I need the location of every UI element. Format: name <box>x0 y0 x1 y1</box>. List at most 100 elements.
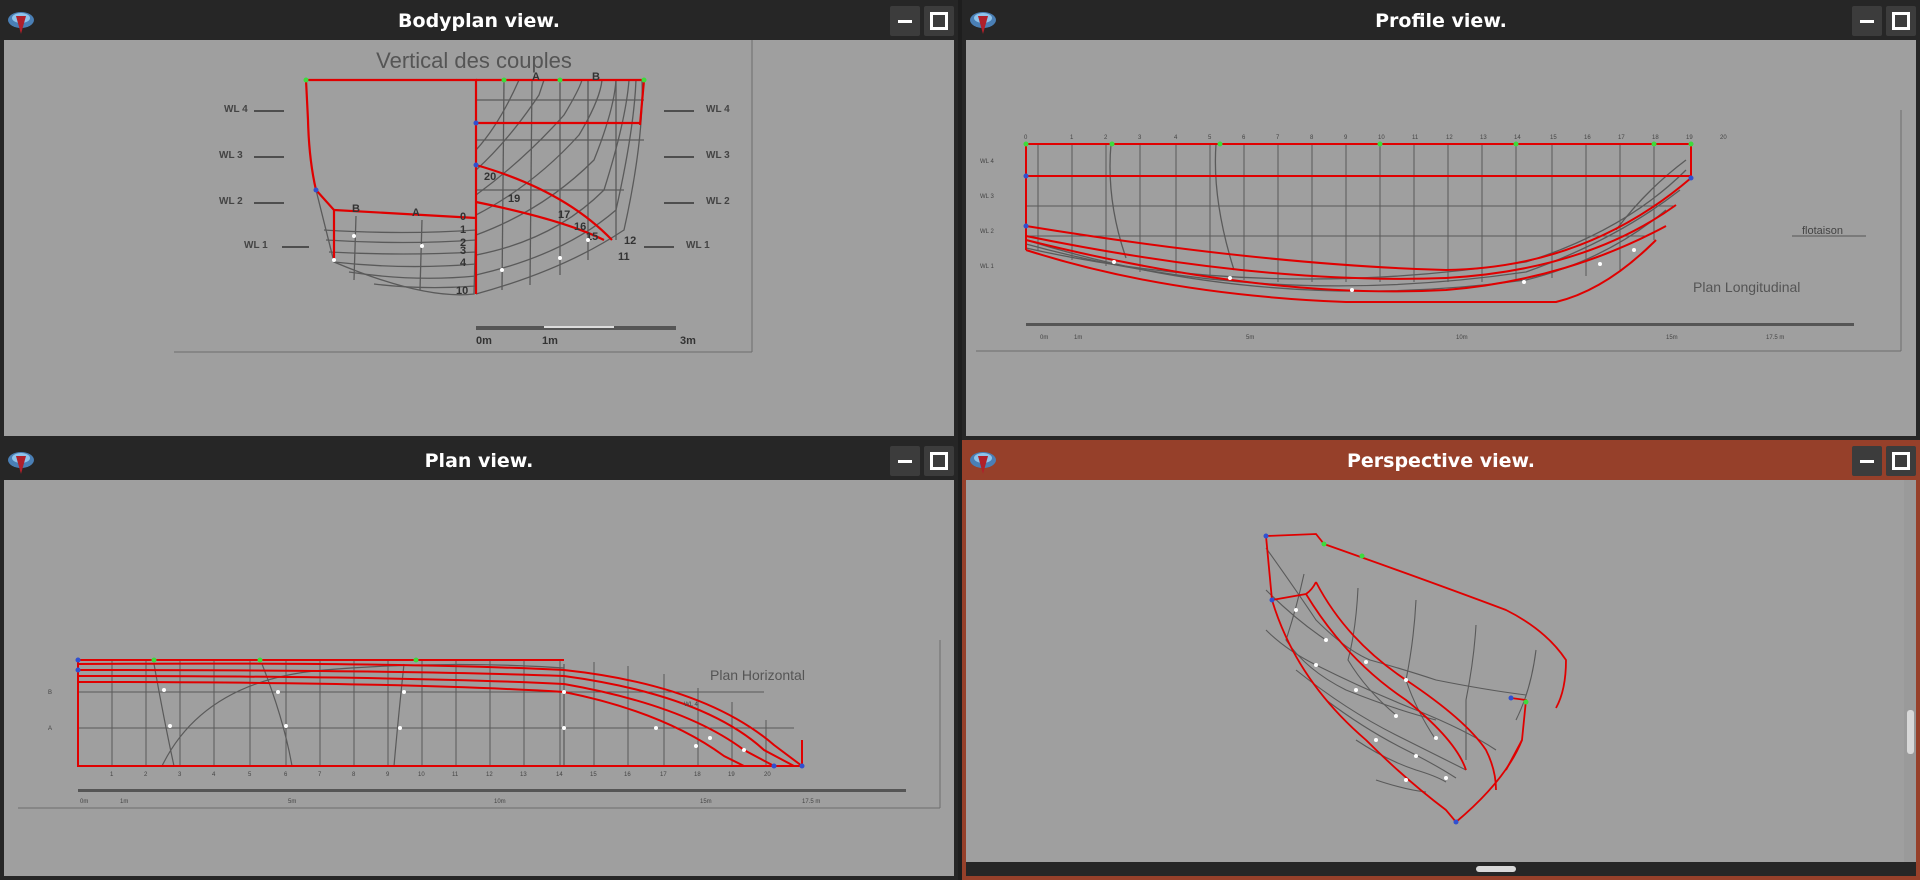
mid-letter: A <box>412 207 420 219</box>
station-label: 4 <box>460 257 467 269</box>
scale-label: 17.5 m <box>802 799 820 805</box>
station-label: 14 <box>1514 135 1521 141</box>
station-label: 17 <box>558 209 570 221</box>
scale-label: 0m <box>80 799 88 805</box>
minimize-button[interactable] <box>890 446 920 476</box>
station-label: 0 <box>1024 135 1028 141</box>
wl-label-right: WL 1 <box>686 240 710 251</box>
station-label: 2 <box>144 772 148 778</box>
station-label: 19 <box>1686 135 1693 141</box>
station-label: 5 <box>248 772 252 778</box>
station-label: 18 <box>1652 135 1659 141</box>
station-label: 20 <box>764 772 771 778</box>
maximize-button[interactable] <box>1886 446 1916 476</box>
scale-label: 1m <box>120 799 128 805</box>
profile-titlebar[interactable]: Profile view. <box>962 0 1920 40</box>
station-label: 15 <box>1550 135 1557 141</box>
plan-drawing: Plan Horizontal B A WL 4 1 2 3 4 5 6 7 8… <box>18 640 941 809</box>
station-label: 19 <box>508 193 520 205</box>
maximize-button[interactable] <box>1886 6 1916 36</box>
wl-label-left: WL 3 <box>219 150 243 161</box>
bodyplan-titlebar[interactable]: Bodyplan view. <box>0 0 958 40</box>
vertical-scrollbar[interactable] <box>1904 480 1916 864</box>
station-label: 0 <box>460 211 466 223</box>
vertical-scroll-thumb[interactable] <box>1907 710 1914 754</box>
station-label: 1 <box>460 224 466 236</box>
scale-label: 15m <box>1666 335 1678 341</box>
profile-panel: Profile view. 0 1 2 3 4 5 6 7 8 9 10 11 … <box>962 0 1920 440</box>
perspective-title: Perspective view. <box>1346 450 1536 472</box>
side-letter: B <box>48 690 52 696</box>
maximize-button[interactable] <box>924 6 954 36</box>
bodyplan-canvas[interactable]: Vertical des couples WL 4 WL 3 WL 2 WL 1… <box>4 40 954 436</box>
profile-heading: Plan Longitudinal <box>1693 279 1800 295</box>
profile-canvas[interactable]: 0 1 2 3 4 5 6 7 8 9 10 11 12 13 14 15 16… <box>966 40 1916 436</box>
horizontal-scrollbar[interactable] <box>966 862 1916 876</box>
station-label: 12 <box>1446 135 1453 141</box>
minimize-button[interactable] <box>1852 6 1882 36</box>
station-label: 9 <box>1344 135 1348 141</box>
station-label: 20 <box>1720 135 1727 141</box>
wl-label-right: WL 4 <box>706 104 730 115</box>
plan-title: Plan view. <box>424 450 534 472</box>
plan-heading: Plan Horizontal <box>710 667 805 683</box>
side-letter: A <box>48 726 52 732</box>
scale-label: 17.5 m <box>1766 335 1784 341</box>
station-label: 1 <box>110 772 114 778</box>
station-label: 20 <box>484 171 496 183</box>
station-label: 14 <box>556 772 563 778</box>
wl-label-right: WL 2 <box>706 196 730 207</box>
station-label: 2 <box>1104 135 1108 141</box>
perspective-drawing <box>1263 533 1567 825</box>
scale-label: 0m <box>1040 335 1048 341</box>
horizontal-scroll-thumb[interactable] <box>1476 866 1516 872</box>
wl-label: WL 3 <box>980 194 994 200</box>
station-label: 8 <box>352 772 356 778</box>
minimize-button[interactable] <box>890 6 920 36</box>
minimize-button[interactable] <box>1852 446 1882 476</box>
station-label: 10 <box>456 285 468 297</box>
station-label: 18 <box>694 772 701 778</box>
bodyplan-title: Bodyplan view. <box>398 10 560 32</box>
profile-title: Profile view. <box>1375 10 1507 32</box>
station-label: 7 <box>318 772 322 778</box>
perspective-canvas[interactable] <box>966 480 1904 864</box>
station-label: 11 <box>452 772 459 778</box>
station-label: 17 <box>660 772 667 778</box>
scale-label: 5m <box>288 799 296 805</box>
wl-label: WL 2 <box>980 229 994 235</box>
wl-label-left: WL 4 <box>224 104 248 115</box>
maximize-button[interactable] <box>924 446 954 476</box>
station-label: 4 <box>1174 135 1178 141</box>
station-label: 6 <box>284 772 288 778</box>
scale-label: 1m <box>1074 335 1082 341</box>
scale-label: 5m <box>1246 335 1254 341</box>
wl-label-left: WL 2 <box>219 196 243 207</box>
station-label: 13 <box>1480 135 1487 141</box>
station-label: 16 <box>1584 135 1591 141</box>
station-label: 13 <box>520 772 527 778</box>
station-label: 6 <box>1242 135 1246 141</box>
mid-letter: B <box>352 203 360 215</box>
station-label: 11 <box>618 251 630 263</box>
wl-label: WL 1 <box>980 264 994 270</box>
station-label: 7 <box>1276 135 1280 141</box>
bodyplan-heading: Vertical des couples <box>376 48 572 73</box>
station-label: 17 <box>1618 135 1625 141</box>
station-label: 12 <box>624 235 636 247</box>
station-label: 12 <box>486 772 493 778</box>
plan-canvas[interactable]: Plan Horizontal B A WL 4 1 2 3 4 5 6 7 8… <box>4 480 954 876</box>
scale-label: 10m <box>494 799 506 805</box>
station-label: 3 <box>460 245 466 257</box>
plan-titlebar[interactable]: Plan view. <box>0 440 958 480</box>
scale-label: 0m <box>476 335 492 347</box>
wl-label-left: WL 1 <box>244 240 268 251</box>
scale-label: 10m <box>1456 335 1468 341</box>
station-label: 3 <box>178 772 182 778</box>
top-letter: A <box>532 71 540 83</box>
plan-panel: Plan view. Plan Horizontal B A WL 4 1 2 … <box>0 440 958 880</box>
scale-label: 3m <box>680 335 696 347</box>
profile-drawing: 0 1 2 3 4 5 6 7 8 9 10 11 12 13 14 15 16… <box>976 110 1902 352</box>
bodyplan-panel: Bodyplan view. Vertical des couples WL 4… <box>0 0 958 440</box>
perspective-titlebar[interactable]: Perspective view. <box>962 440 1920 480</box>
